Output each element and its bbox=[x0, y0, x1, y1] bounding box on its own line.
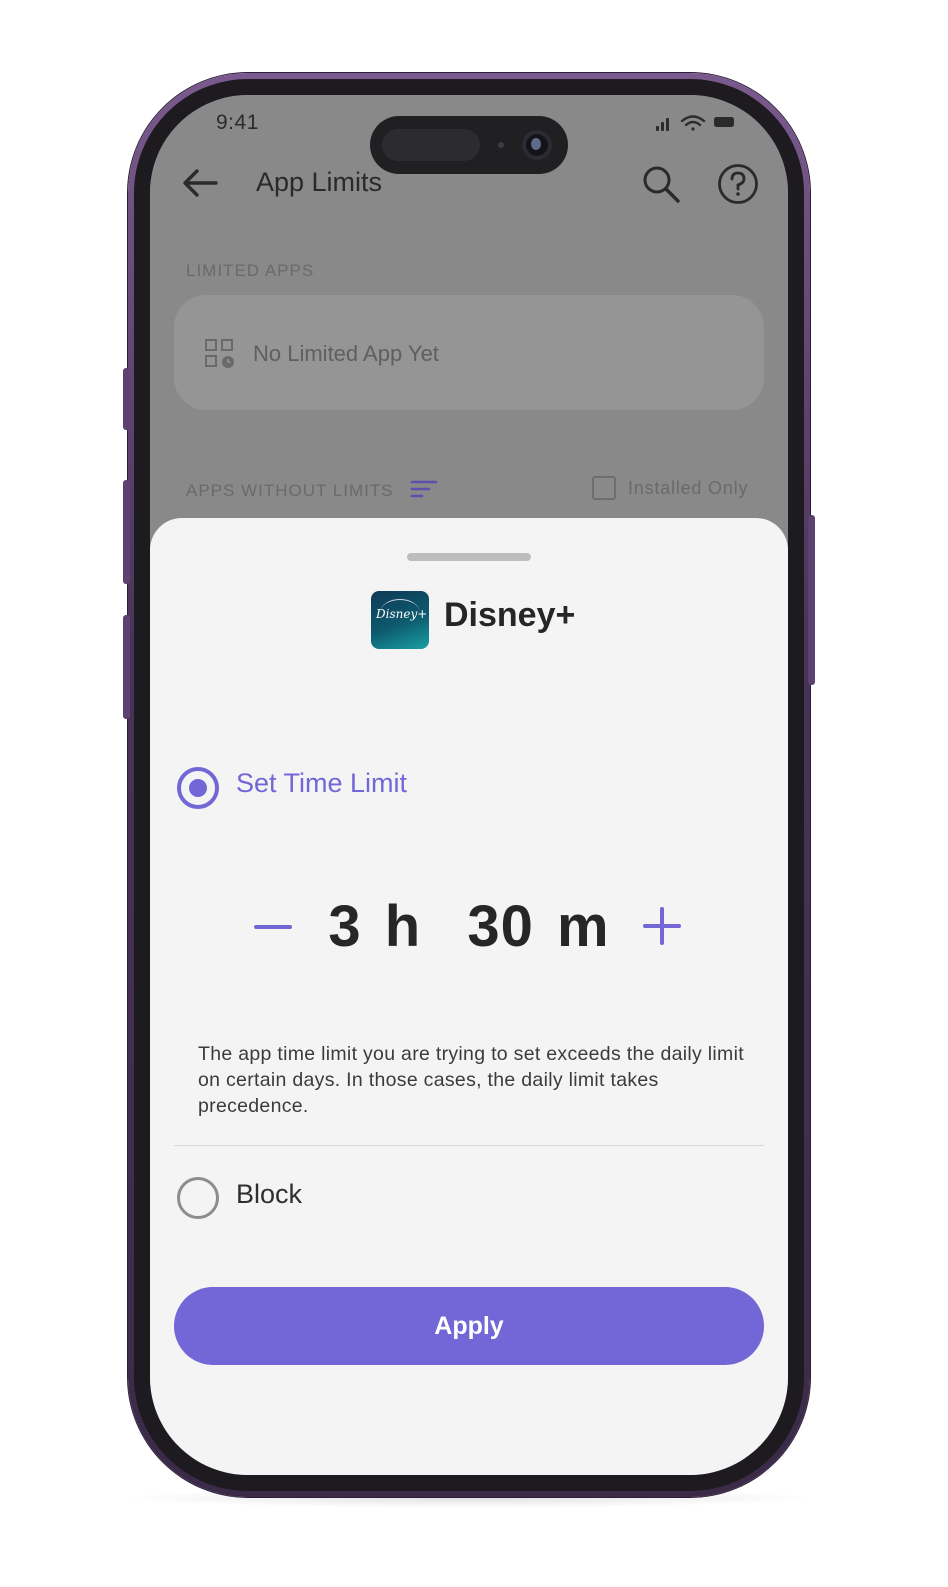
search-icon[interactable] bbox=[640, 163, 682, 205]
limited-apps-empty-card: No Limited App Yet bbox=[174, 295, 764, 410]
app-limit-bottom-sheet: Disney+ Disney+ Set Time Limit 3 h 30 m … bbox=[150, 518, 788, 1475]
installed-only-checkbox[interactable] bbox=[592, 476, 616, 500]
divider bbox=[174, 1145, 764, 1146]
app-icon-logo-text: Disney+ bbox=[376, 607, 428, 621]
page-title: App Limits bbox=[256, 167, 383, 197]
power-button bbox=[808, 515, 815, 685]
volume-up-button bbox=[123, 480, 130, 584]
block-radio[interactable] bbox=[177, 1177, 219, 1219]
increase-time-button[interactable] bbox=[634, 898, 690, 954]
battery-icon bbox=[714, 117, 734, 127]
sheet-drag-handle[interactable] bbox=[407, 553, 531, 561]
app-grid-clock-icon bbox=[205, 339, 234, 368]
phone-screen: 9:41 App Limits LIMITED APPS No Limited … bbox=[150, 95, 788, 1475]
dynamic-island bbox=[370, 116, 568, 174]
volume-down-button bbox=[123, 615, 130, 719]
action-button bbox=[123, 368, 130, 430]
daily-limit-warning: The app time limit you are trying to set… bbox=[198, 1043, 744, 1117]
signal-icon bbox=[656, 118, 669, 131]
block-label[interactable]: Block bbox=[236, 1179, 302, 1210]
disney-plus-app-icon: Disney+ bbox=[371, 591, 429, 649]
camera-icon bbox=[522, 130, 552, 160]
set-time-limit-label[interactable]: Set Time Limit bbox=[236, 768, 407, 799]
time-limit-value: 3 h 30 m bbox=[328, 894, 610, 959]
set-time-limit-radio[interactable] bbox=[177, 767, 219, 809]
help-icon[interactable] bbox=[716, 162, 760, 206]
sort-icon[interactable] bbox=[410, 479, 438, 499]
apps-without-limits-label: APPS WITHOUT LIMITS bbox=[186, 481, 394, 500]
empty-state-text: No Limited App Yet bbox=[253, 341, 439, 366]
apply-button[interactable]: Apply bbox=[174, 1287, 764, 1365]
installed-only-label: Installed Only bbox=[628, 478, 749, 498]
wifi-icon bbox=[680, 115, 706, 131]
back-arrow-icon[interactable] bbox=[180, 165, 220, 201]
status-time: 9:41 bbox=[216, 111, 259, 134]
limited-apps-label: LIMITED APPS bbox=[186, 261, 315, 280]
app-name: Disney+ bbox=[444, 596, 576, 634]
status-icons bbox=[656, 115, 734, 131]
